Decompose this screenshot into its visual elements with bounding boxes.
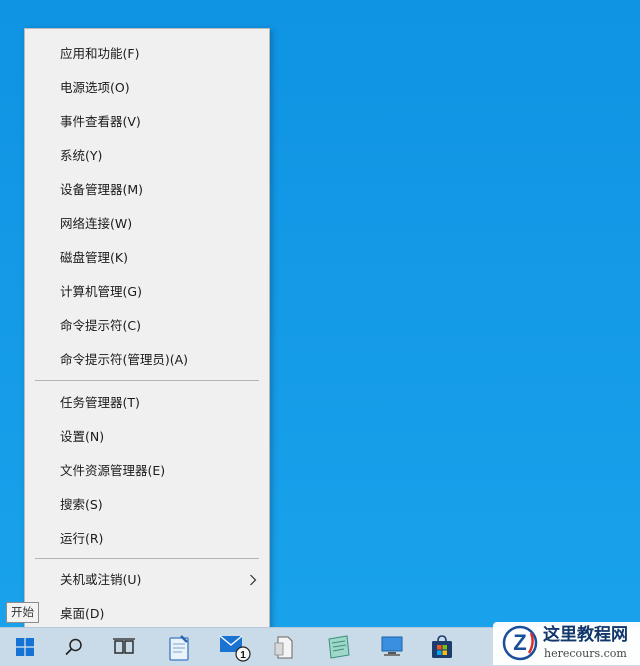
menu-item-command-prompt[interactable]: 命令提示符(C) <box>25 311 269 341</box>
menu-item-task-manager[interactable]: 任务管理器(T) <box>25 388 269 418</box>
menu-item-power-options[interactable]: 电源选项(O) <box>25 73 269 103</box>
taskbar-app-document[interactable] <box>264 630 304 664</box>
menu-item-network-connections[interactable]: 网络连接(W) <box>25 209 269 239</box>
menu-item-event-viewer[interactable]: 事件查看器(V) <box>25 107 269 137</box>
monitor-icon <box>381 636 403 656</box>
search-icon <box>65 638 82 656</box>
watermark-logo: Z <box>502 625 538 661</box>
winx-context-menu: 应用和功能(F) 电源选项(O) 事件查看器(V) 系统(Y) 设备管理器(M)… <box>24 28 270 638</box>
windows-start-icon <box>16 638 34 656</box>
notes-app-icon <box>328 635 350 659</box>
taskbar-app-mail[interactable]: 1 <box>214 630 254 664</box>
site-watermark: Z 这里教程网 herecours.com <box>493 622 640 665</box>
notepad-app-icon <box>169 635 189 661</box>
menu-item-apps-and-features[interactable]: 应用和功能(F) <box>25 39 269 69</box>
menu-item-computer-management[interactable]: 计算机管理(G) <box>25 277 269 307</box>
taskbar-app-notepad[interactable] <box>159 630 199 664</box>
menu-separator <box>35 380 259 381</box>
menu-separator <box>35 558 259 559</box>
taskbar-app-store[interactable] <box>422 630 462 664</box>
menu-item-settings[interactable]: 设置(N) <box>25 422 269 452</box>
taskbar-app-monitor[interactable] <box>372 630 412 664</box>
task-view-icon <box>113 638 135 654</box>
watermark-url: herecours.com <box>544 647 627 660</box>
start-button[interactable] <box>5 630 45 664</box>
mail-icon: 1 <box>219 635 251 662</box>
menu-item-desktop[interactable]: 桌面(D) <box>25 599 269 629</box>
watermark-title: 这里教程网 <box>543 625 628 645</box>
search-button[interactable] <box>54 630 94 664</box>
watermark-logo-letter: Z <box>513 630 526 655</box>
start-tooltip: 开始 <box>6 602 39 623</box>
menu-item-shutdown-or-signout[interactable]: 关机或注销(U) <box>25 565 269 595</box>
menu-item-device-manager[interactable]: 设备管理器(M) <box>25 175 269 205</box>
store-icon <box>432 635 452 658</box>
menu-item-system[interactable]: 系统(Y) <box>25 141 269 171</box>
menu-item-run[interactable]: 运行(R) <box>25 524 269 554</box>
menu-item-disk-management[interactable]: 磁盘管理(K) <box>25 243 269 273</box>
document-app-icon <box>274 636 293 659</box>
menu-item-command-prompt-admin[interactable]: 命令提示符(管理员)(A) <box>25 345 269 375</box>
chevron-right-icon <box>250 574 257 586</box>
menu-item-search[interactable]: 搜索(S) <box>25 490 269 520</box>
mail-badge-count: 1 <box>240 650 246 661</box>
taskbar-app-notes[interactable] <box>318 630 358 664</box>
task-view-button[interactable] <box>104 630 144 664</box>
menu-item-label: 关机或注销(U) <box>60 572 142 587</box>
menu-item-file-explorer[interactable]: 文件资源管理器(E) <box>25 456 269 486</box>
